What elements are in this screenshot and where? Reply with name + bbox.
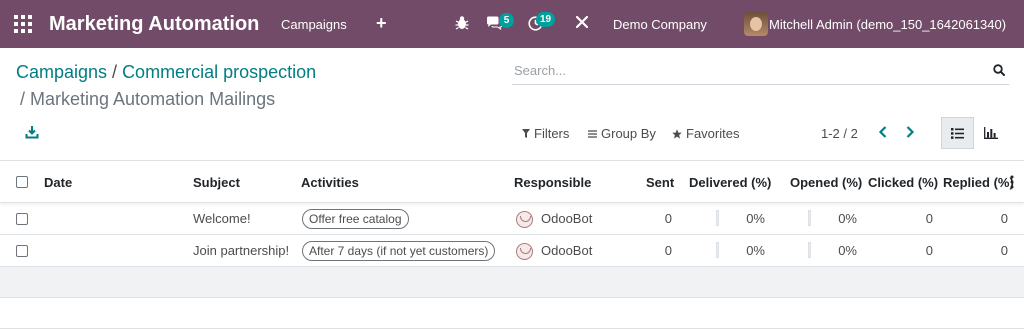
column-opened[interactable]: Opened (%)	[790, 175, 862, 190]
row-checkbox[interactable]	[16, 213, 28, 225]
column-responsible[interactable]: Responsible	[514, 175, 591, 190]
messages-badge: 5	[499, 13, 514, 28]
cell-replied: 0	[1000, 211, 1008, 226]
menu-plus[interactable]: +	[376, 13, 387, 34]
chevron-left-icon[interactable]	[877, 125, 889, 139]
groupby-label: Group By	[601, 126, 656, 141]
groupby-button[interactable]: Group By	[588, 126, 656, 141]
cell-subject: Welcome!	[193, 211, 251, 226]
cell-sent: 0	[664, 211, 672, 226]
search-input[interactable]	[512, 58, 972, 82]
company-switcher[interactable]: Demo Company	[613, 17, 707, 32]
favorites-button[interactable]: Favorites	[672, 126, 739, 141]
cell-replied: 0	[1000, 243, 1008, 258]
list-lines-icon	[588, 129, 597, 138]
app-title[interactable]: Marketing Automation	[49, 13, 259, 36]
odoobot-avatar-icon	[516, 211, 533, 228]
graph-view-button[interactable]	[976, 117, 1006, 149]
cell-clicked: 0	[925, 211, 933, 226]
avatar[interactable]	[744, 12, 768, 36]
column-options-icon[interactable]	[1010, 175, 1014, 189]
column-subject[interactable]: Subject	[193, 175, 240, 190]
cell-opened: 0%	[838, 243, 857, 258]
apps-grid-icon[interactable]	[14, 15, 32, 33]
column-activities[interactable]: Activities	[301, 175, 359, 190]
cell-clicked: 0	[925, 243, 933, 258]
chevron-right-icon[interactable]	[904, 125, 916, 139]
opened-progress-bar	[808, 242, 811, 258]
breadcrumb-separator: /	[107, 62, 123, 82]
user-menu[interactable]: Mitchell Admin (demo_150_1642061340)	[769, 17, 1006, 32]
bug-icon[interactable]	[455, 15, 469, 31]
pager-value[interactable]: 1-2 / 2	[821, 126, 858, 141]
cell-subject: Join partnership!	[193, 243, 290, 258]
odoobot-avatar-icon	[516, 243, 533, 260]
column-sent[interactable]: Sent	[646, 175, 674, 190]
table-row[interactable]: Join partnership! After 7 days (if not y…	[0, 235, 1024, 267]
table-header: Date Subject Activities Responsible Sent…	[0, 160, 1024, 203]
cell-opened: 0%	[838, 211, 857, 226]
cell-sent: 0	[664, 243, 672, 258]
activities-badge: 19	[536, 12, 556, 27]
breadcrumb-commercial-prospection[interactable]: Commercial prospection	[122, 62, 316, 82]
row-checkbox[interactable]	[16, 245, 28, 257]
top-navbar: Marketing Automation Campaigns + 5 19 De…	[0, 0, 1024, 48]
breadcrumb-campaigns[interactable]: Campaigns	[16, 62, 107, 82]
tools-icon[interactable]	[575, 15, 589, 29]
breadcrumb: Campaigns / Commercial prospection	[16, 62, 316, 83]
empty-row	[0, 267, 1024, 298]
filter-icon	[522, 129, 530, 138]
column-date[interactable]: Date	[44, 175, 72, 190]
activity-tag[interactable]: After 7 days (if not yet customers)	[302, 241, 496, 261]
cell-responsible: OdooBot	[541, 243, 593, 258]
opened-progress-bar	[808, 210, 811, 226]
bar-chart-icon	[984, 127, 998, 139]
column-delivered[interactable]: Delivered (%)	[689, 175, 771, 190]
download-icon[interactable]	[25, 125, 39, 139]
cell-responsible: OdooBot	[541, 211, 593, 226]
star-icon	[672, 128, 682, 139]
search-icon[interactable]	[993, 64, 1005, 76]
filters-label: Filters	[534, 126, 570, 141]
delivered-progress-bar	[716, 242, 719, 258]
delivered-progress-bar	[716, 210, 719, 226]
empty-row	[0, 298, 1024, 329]
select-all-checkbox[interactable]	[16, 176, 28, 188]
table-row[interactable]: Welcome! Offer free catalog OdooBot 0 0%…	[0, 203, 1024, 235]
cell-delivered: 0%	[746, 243, 765, 258]
list-view-button[interactable]	[941, 117, 974, 149]
activity-tag[interactable]: Offer free catalog	[302, 209, 409, 229]
cell-delivered: 0%	[746, 211, 765, 226]
favorites-label: Favorites	[686, 126, 740, 141]
search-bar	[512, 58, 1009, 85]
list-view-icon	[951, 127, 964, 139]
column-clicked[interactable]: Clicked (%)	[868, 175, 938, 190]
column-replied[interactable]: Replied (%)	[943, 175, 1014, 190]
filters-button[interactable]: Filters	[522, 126, 569, 141]
page-title: / Marketing Automation Mailings	[20, 89, 276, 109]
menu-campaigns[interactable]: Campaigns	[281, 17, 347, 32]
